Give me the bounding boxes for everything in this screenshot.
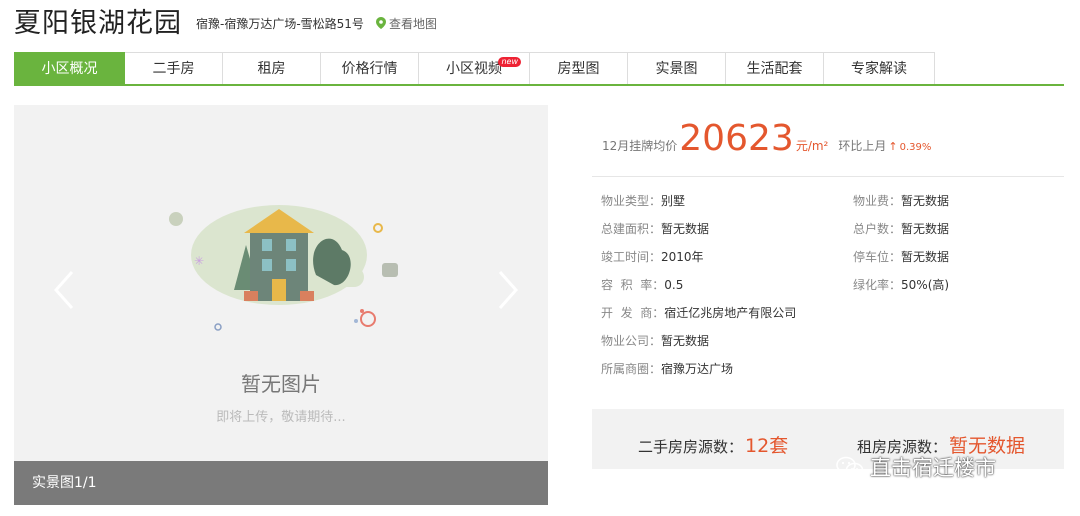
info-row: 竣工时间：2010年	[601, 250, 704, 264]
no-image-subtext: 即将上传，敬请期待...	[216, 410, 346, 425]
info-row: 总建面积：暂无数据	[601, 222, 709, 236]
tab-overview[interactable]: 小区概况	[14, 52, 125, 84]
info-row: 物业费：暂无数据	[853, 194, 949, 208]
mom-value: 0.39%	[899, 142, 932, 153]
info-key: 绿化率：	[853, 278, 902, 292]
info-row: 容 积 率：0.5	[601, 278, 683, 292]
view-map-link[interactable]: 查看地图	[375, 15, 437, 32]
location-pin-icon	[375, 17, 386, 29]
tab-amenities[interactable]: 生活配套	[726, 52, 824, 84]
gallery-caption: 实景图1/1	[14, 461, 548, 505]
tab-expert[interactable]: 专家解读	[824, 52, 935, 84]
tab-photos[interactable]: 实景图	[628, 52, 726, 84]
price-row: 12月挂牌均价 20623 元/m² 环比上月 ↑ 0.39%	[602, 118, 931, 159]
info-key: 停车位：	[853, 250, 902, 264]
wechat-icon	[836, 456, 864, 478]
info-row: 所属商圈：宿豫万达广场	[601, 362, 733, 376]
info-key: 物业公司：	[601, 334, 662, 348]
prev-arrow-icon[interactable]	[52, 270, 76, 310]
info-key: 所属商圈：	[601, 362, 662, 376]
info-key: 开 发 商：	[601, 306, 665, 320]
info-key: 物业类型：	[601, 194, 662, 208]
info-row: 物业类型：别墅	[601, 194, 685, 208]
info-value: 暂无数据	[901, 250, 950, 264]
info-value: 暂无数据	[901, 222, 950, 236]
community-title: 夏阳银湖花园	[14, 7, 182, 39]
view-map-label: 查看地图	[388, 16, 437, 31]
tab-floor-plan[interactable]: 房型图	[530, 52, 628, 84]
info-row: 总户数：暂无数据	[853, 222, 949, 236]
info-key: 容 积 率：	[601, 278, 665, 292]
info-value: 宿迁亿兆房地产有限公司	[664, 306, 797, 320]
nav-tabs: 小区概况 二手房 租房 价格行情 小区视频 new 房型图 实景图 生活配套 专…	[14, 52, 1064, 86]
info-key: 竣工时间：	[601, 250, 662, 264]
svg-text:✳: ✳	[194, 254, 204, 268]
divider	[592, 176, 1064, 177]
price-value: 20623	[679, 118, 794, 159]
up-arrow-icon: ↑	[888, 140, 898, 153]
mom-label: 环比上月	[838, 139, 887, 153]
no-image-text: 暂无图片	[241, 372, 321, 396]
second-hand-count-label: 二手房房源数：	[638, 438, 744, 456]
tab-video-label: 小区视频	[446, 61, 502, 77]
info-value: 0.5	[664, 278, 684, 292]
info-key: 总户数：	[853, 222, 902, 236]
tab-video[interactable]: 小区视频 new	[419, 52, 530, 84]
info-key: 总建面积：	[601, 222, 662, 236]
info-value: 暂无数据	[661, 222, 710, 236]
price-unit: 元/m²	[795, 139, 829, 153]
info-value: 暂无数据	[901, 194, 950, 208]
info-row: 停车位：暂无数据	[853, 250, 949, 264]
info-key: 物业费：	[853, 194, 902, 208]
price-label: 12月挂牌均价	[602, 139, 678, 153]
page-header: 夏阳银湖花园 宿豫-宿豫万达广场-雪松路51号 查看地图	[14, 0, 437, 40]
info-value: 暂无数据	[661, 334, 710, 348]
second-hand-count[interactable]: 二手房房源数： 12套	[638, 431, 788, 458]
community-address: 宿豫-宿豫万达广场-雪松路51号	[196, 16, 364, 31]
watermark-text: 直击宿迁楼市	[870, 456, 996, 480]
info-row: 绿化率：50%(高)	[853, 278, 949, 292]
next-arrow-icon[interactable]	[496, 270, 520, 310]
new-badge: new	[498, 57, 521, 67]
info-value: 50%(高)	[901, 278, 950, 292]
info-row: 开 发 商：宿迁亿兆房地产有限公司	[601, 306, 796, 320]
info-value: 2010年	[661, 250, 704, 264]
tab-rent[interactable]: 租房	[223, 52, 321, 84]
info-value: 别墅	[661, 194, 686, 208]
wechat-watermark: 直击宿迁楼市	[836, 452, 996, 482]
tab-price-trend[interactable]: 价格行情	[321, 52, 419, 84]
info-row: 物业公司：暂无数据	[601, 334, 709, 348]
info-value: 宿豫万达广场	[661, 362, 734, 376]
tab-second-hand[interactable]: 二手房	[125, 52, 223, 84]
no-image-illustration-icon: ✳	[169, 205, 398, 331]
photo-gallery: ✳ 暂无图片 即将上传，敬请期待... 实景图1/1	[14, 105, 548, 505]
second-hand-count-value: 12套	[745, 435, 789, 457]
